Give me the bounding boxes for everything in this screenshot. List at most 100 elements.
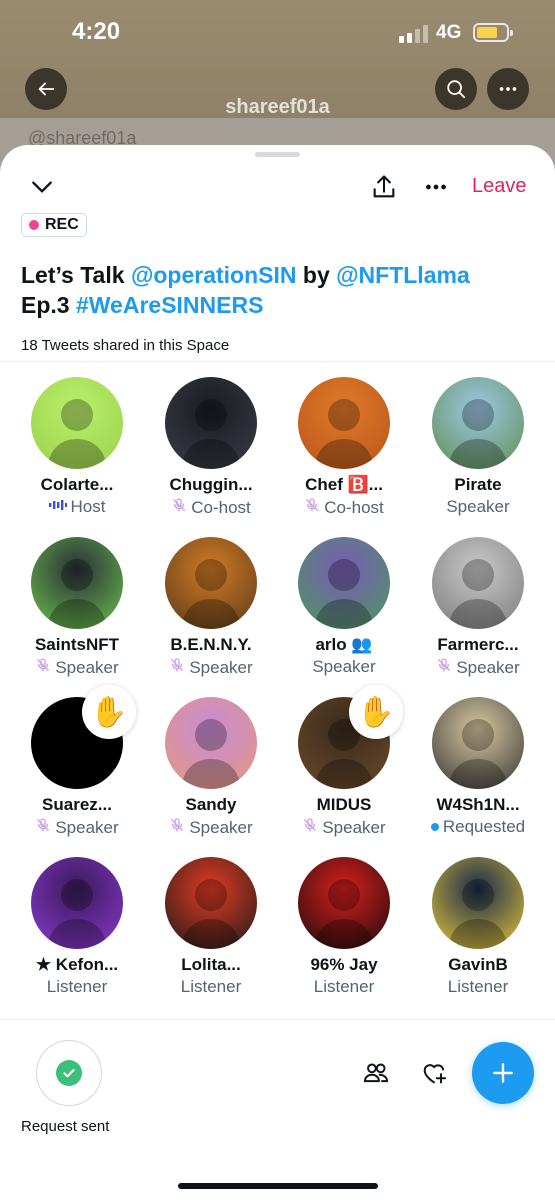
role-label: Requested — [442, 817, 526, 836]
rec-label: REC — [45, 216, 79, 233]
participant-role: Speaker — [411, 657, 545, 678]
participant-card[interactable]: Sandy Speaker — [144, 697, 278, 838]
avatar-figure-icon — [448, 559, 508, 629]
participant-card[interactable]: B.E.N.N.Y. Speaker — [144, 537, 278, 678]
participant-role: Co-host — [277, 497, 411, 518]
avatar-figure-icon — [47, 879, 107, 949]
mic-muted-icon — [171, 497, 187, 518]
more-dots-icon — [426, 184, 446, 190]
avatar-figure-icon — [314, 559, 374, 629]
role-label: Speaker — [55, 817, 119, 837]
title-text: Let’s Talk — [21, 262, 131, 288]
participant-name: MIDUS — [316, 795, 372, 814]
participant-card[interactable]: Chuggin... Co-host — [144, 377, 278, 518]
role-label: Co-host — [191, 497, 251, 517]
participant-card[interactable]: Chef 🅱️... Co-host — [277, 377, 411, 518]
mic-muted-icon — [35, 657, 51, 678]
mic-muted-icon — [304, 497, 320, 518]
participant-name: Farmerc... — [437, 635, 519, 654]
avatar-figure-icon — [448, 879, 508, 949]
participant-card[interactable]: Lolita... Listener — [144, 857, 278, 997]
battery-icon — [473, 23, 513, 42]
divider — [0, 361, 555, 362]
collapse-button[interactable] — [22, 167, 62, 207]
participant-card[interactable]: ✋ Suarez... Speaker — [10, 685, 144, 838]
avatar — [165, 537, 257, 629]
request-sent-label: Request sent — [21, 1118, 110, 1135]
role-label: Speaker — [322, 817, 386, 837]
participant-role: Listener — [10, 977, 144, 997]
raised-hand-icon: ✋ — [349, 685, 403, 739]
compose-button[interactable] — [472, 1042, 534, 1104]
participant-role: Speaker — [277, 817, 411, 838]
avatar-figure-icon — [47, 399, 107, 469]
participant-card[interactable]: SaintsNFT Speaker — [10, 537, 144, 678]
participant-card[interactable]: ✋ MIDUS Speaker — [277, 685, 411, 838]
participant-name: W4Sh1N... — [436, 795, 520, 814]
people-button[interactable] — [356, 1053, 396, 1093]
avatar — [31, 377, 123, 469]
network-type: 4G — [436, 22, 462, 43]
title-mention-operationsin[interactable]: @operationSIN — [131, 262, 297, 288]
tweets-shared-link[interactable]: 18 Tweets shared in this Space — [21, 337, 229, 354]
search-button[interactable] — [435, 68, 477, 110]
participant-name: Lolita... — [181, 955, 241, 974]
participant-role: Speaker — [10, 817, 144, 838]
avatar-figure-icon — [314, 879, 374, 949]
share-button[interactable] — [364, 167, 404, 207]
rec-badge: REC — [21, 213, 87, 237]
title-mention-nftllama[interactable]: @NFTLlama — [336, 262, 470, 288]
participant-role: Host — [10, 497, 144, 517]
space-title: Let’s Talk @operationSIN by @NFTLlama Ep… — [21, 260, 541, 320]
plus-icon — [493, 1063, 513, 1083]
home-indicator[interactable] — [178, 1183, 378, 1189]
participant-card[interactable]: Pirate Speaker — [411, 377, 545, 517]
participant-name: Pirate — [454, 475, 502, 494]
space-more-button[interactable] — [416, 167, 456, 207]
people-icon — [363, 1063, 389, 1083]
participant-role: Listener — [411, 977, 545, 997]
participant-card[interactable]: GavinB Listener — [411, 857, 545, 997]
avatar — [432, 377, 524, 469]
mic-muted-icon — [302, 817, 318, 838]
role-label: Listener — [46, 977, 108, 996]
mic-muted-icon — [169, 657, 185, 678]
participant-name: 96% Jay — [310, 955, 378, 974]
mic-muted-icon — [436, 657, 452, 678]
role-label: Speaker — [456, 657, 520, 677]
mic-muted-icon — [169, 817, 185, 838]
avatar — [432, 857, 524, 949]
requested-dot-icon — [430, 823, 439, 831]
avatar — [298, 537, 390, 629]
avatar-figure-icon — [181, 399, 241, 469]
role-label: Speaker — [55, 657, 119, 677]
react-button[interactable] — [414, 1053, 454, 1093]
avatar — [165, 857, 257, 949]
avatar — [31, 857, 123, 949]
request-status-button[interactable] — [36, 1040, 102, 1106]
role-label: Speaker — [189, 657, 253, 677]
more-dots-icon — [499, 87, 517, 91]
role-label: Speaker — [189, 817, 253, 837]
role-label: Listener — [313, 977, 375, 996]
participant-name: B.E.N.N.Y. — [170, 635, 252, 654]
title-hashtag[interactable]: #WeAreSINNERS — [76, 292, 263, 318]
participant-name: arlo 👥 — [315, 635, 373, 654]
status-bar: 4:20 4G — [0, 0, 555, 66]
participant-card[interactable]: Colarte... Host — [10, 377, 144, 517]
sheet-grabber[interactable] — [255, 152, 300, 157]
participant-card[interactable]: ★ Kefon... Listener — [10, 857, 144, 997]
chevron-down-icon — [32, 181, 52, 193]
more-button[interactable] — [487, 68, 529, 110]
role-label: Listener — [447, 977, 509, 996]
participant-name: Colarte... — [40, 475, 114, 494]
avatar-figure-icon — [181, 559, 241, 629]
leave-button[interactable]: Leave — [472, 175, 527, 198]
participant-role: Speaker — [144, 817, 278, 838]
participant-role: Speaker — [411, 497, 545, 517]
participant-card[interactable]: 96% Jay Listener — [277, 857, 411, 997]
participant-card[interactable]: Farmerc... Speaker — [411, 537, 545, 678]
participant-card[interactable]: arlo 👥 Speaker — [277, 537, 411, 677]
check-icon — [56, 1060, 82, 1086]
participant-card[interactable]: W4Sh1N... Requested — [411, 697, 545, 837]
